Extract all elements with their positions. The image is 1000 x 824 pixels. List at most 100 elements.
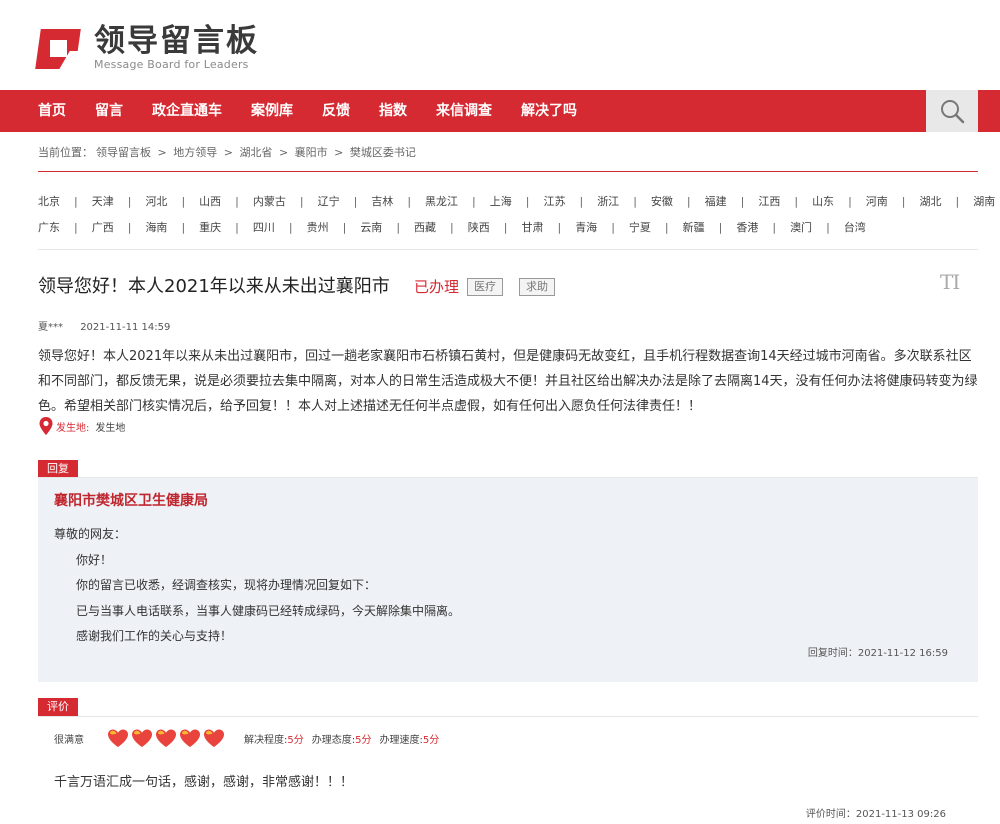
nav-resolved[interactable]: 解决了吗 <box>521 90 577 132</box>
region-separator: | <box>472 194 476 208</box>
breadcrumb-separator: > <box>334 146 344 159</box>
region-separator: | <box>353 194 358 208</box>
region-separator: | <box>633 194 637 208</box>
nav-message[interactable]: 留言 <box>95 90 123 132</box>
evaluation-comment: 千言万语汇成一句话，感谢，感谢，非常感谢！！！ <box>54 775 354 790</box>
region-link[interactable]: 海南 <box>145 219 167 235</box>
search-button[interactable] <box>926 90 978 132</box>
region-link[interactable]: 甘肃 <box>521 219 543 235</box>
breadcrumb-item[interactable]: 湖北省 <box>239 146 272 159</box>
region-link[interactable]: 黑龙江 <box>425 193 458 209</box>
breadcrumb-separator: > <box>223 146 233 159</box>
message-title: 领导您好！本人2021年以来从未出过襄阳市 <box>38 276 390 297</box>
region-link[interactable]: 北京 <box>38 193 60 209</box>
reply-greeting: 尊敬的网友： <box>54 527 127 541</box>
region-link[interactable]: 吉林 <box>371 193 393 209</box>
site-logo[interactable]: 领导留言板 Message Board for Leaders <box>35 23 259 71</box>
category-tag[interactable]: 求助 <box>519 278 555 296</box>
region-link[interactable]: 河北 <box>145 193 167 209</box>
divider <box>38 171 978 172</box>
nav-home[interactable]: 首页 <box>38 90 66 132</box>
region-link[interactable]: 湖北 <box>920 193 942 209</box>
breadcrumb-item[interactable]: 樊城区委书记 <box>350 146 416 159</box>
region-separator: | <box>181 194 186 208</box>
metric-label: 办理态度: <box>311 734 356 746</box>
region-separator: | <box>342 220 347 234</box>
region-link[interactable]: 浙江 <box>597 193 619 209</box>
region-link[interactable]: 山西 <box>199 193 221 209</box>
region-link[interactable]: 广东 <box>38 219 60 235</box>
reply-organization[interactable]: 襄阳市樊城区卫生健康局 <box>54 490 208 510</box>
region-link[interactable]: 上海 <box>490 193 512 209</box>
main-nav: 首页 留言 政企直通车 案例库 反馈 指数 来信调查 解决了吗 <box>0 90 1000 132</box>
message-content: 领导您好！本人2021年以来从未出过襄阳市，回过一趟老家襄阳市石桥镇石黄村，但是… <box>38 349 978 414</box>
region-link[interactable]: 重庆 <box>199 219 221 235</box>
metric-label: 办理速度: <box>379 734 423 746</box>
region-link[interactable]: 广西 <box>92 219 114 235</box>
region-link[interactable]: 江苏 <box>543 193 565 209</box>
region-link[interactable]: 山东 <box>812 193 834 209</box>
region-link[interactable]: 新疆 <box>683 219 705 235</box>
region-separator: | <box>740 194 745 208</box>
heart-icon <box>180 729 200 747</box>
region-separator: | <box>181 220 186 234</box>
region-separator: | <box>74 194 78 208</box>
heart-rating <box>106 727 226 749</box>
region-link[interactable]: 香港 <box>736 219 758 235</box>
region-link[interactable]: 四川 <box>253 219 275 235</box>
region-link[interactable]: 辽宁 <box>318 193 340 209</box>
region-separator: | <box>611 220 615 234</box>
nav-enterprise[interactable]: 政企直通车 <box>152 90 222 132</box>
region-link[interactable]: 湖南 <box>973 193 995 209</box>
region-separator: | <box>127 194 132 208</box>
location-label: 发生地: <box>56 422 90 434</box>
reply-line: 你好！ <box>76 552 113 567</box>
breadcrumb-prefix: 当前位置： <box>38 146 93 159</box>
region-link[interactable]: 西藏 <box>414 219 436 235</box>
font-size-icon[interactable]: TI <box>940 270 960 294</box>
logo-subtitle: Message Board for Leaders <box>94 58 249 71</box>
region-separator: | <box>848 194 852 208</box>
region-link[interactable]: 陕西 <box>468 219 490 235</box>
nav-index[interactable]: 指数 <box>379 90 407 132</box>
region-separator: | <box>664 220 669 234</box>
nav-survey[interactable]: 来信调查 <box>436 90 492 132</box>
region-link[interactable]: 内蒙古 <box>253 193 286 209</box>
reply-box: 襄阳市樊城区卫生健康局 尊敬的网友： 你好！ 你的留言已收悉，经调查核实，现将办… <box>38 478 978 682</box>
region-link[interactable]: 台湾 <box>844 219 866 235</box>
breadcrumb-item[interactable]: 襄阳市 <box>295 146 328 159</box>
region-link[interactable]: 云南 <box>360 219 382 235</box>
region-separator: | <box>288 220 293 234</box>
nav-feedback[interactable]: 反馈 <box>322 90 350 132</box>
region-link[interactable]: 贵州 <box>307 219 329 235</box>
region-link[interactable]: 青海 <box>575 219 597 235</box>
region-link[interactable]: 安徽 <box>651 193 673 209</box>
region-link[interactable]: 福建 <box>705 193 727 209</box>
region-separator: | <box>235 220 239 234</box>
metric-score: 5分 <box>355 734 372 746</box>
breadcrumb-item[interactable]: 领导留言板 <box>96 146 151 159</box>
region-link[interactable]: 澳门 <box>790 219 812 235</box>
nav-cases[interactable]: 案例库 <box>251 90 293 132</box>
logo-title: 领导留言板 <box>94 23 259 59</box>
category-tag[interactable]: 医疗 <box>467 278 503 296</box>
location: 发生地: 发生地 <box>38 416 125 436</box>
heart-icon <box>108 729 128 747</box>
region-link[interactable]: 河南 <box>866 193 888 209</box>
author-name: 夏*** <box>38 322 63 333</box>
site-header: 领导留言板 Message Board for Leaders <box>0 0 1000 90</box>
region-separator: | <box>407 194 412 208</box>
breadcrumb-item[interactable]: 地方领导 <box>173 146 217 159</box>
divider <box>38 716 978 717</box>
region-separator: | <box>127 220 132 234</box>
region-link[interactable]: 天津 <box>92 193 114 209</box>
region-link[interactable]: 江西 <box>758 193 780 209</box>
location-pin-icon <box>39 417 53 435</box>
region-separator: | <box>235 194 239 208</box>
region-link[interactable]: 宁夏 <box>629 219 651 235</box>
region-separator: | <box>772 220 777 234</box>
logo-mark-icon <box>35 25 86 71</box>
region-separator: | <box>74 220 78 234</box>
region-row: 广东 | 广西 | 海南 | 重庆 | 四川 | 贵州 | 云南 | 西藏 | 陕西 | 甘肃 | 青海 | 宁夏 | 新疆 | 香… <box>38 214 978 240</box>
region-row: 北京 | 天津 | 河北 | 山西 | 内蒙古 | 辽宁 | 吉林 | 黑龙江 | 上海 | 江苏 | 浙江 | 安徽 | 福建… <box>38 188 995 214</box>
